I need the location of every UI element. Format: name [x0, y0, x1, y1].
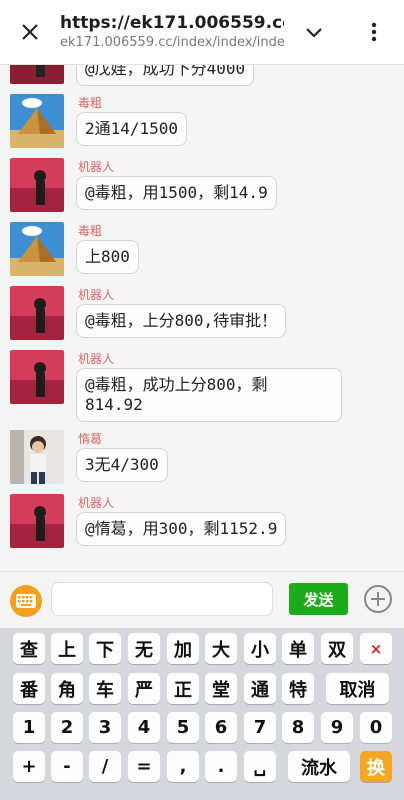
message-bubble: @毒粗，上分800,待审批！ [76, 304, 287, 338]
key[interactable]: , [167, 751, 199, 782]
url-display[interactable]: https://ek171.006559.cc/index/index ek17… [60, 12, 284, 52]
sender-name: 毒粗 [78, 224, 103, 238]
key[interactable]: 3 [89, 712, 121, 743]
sender-name: 机器人 [78, 496, 115, 510]
key[interactable]: 车 [89, 673, 121, 704]
chat-area[interactable]: @戊娃，成功下分4000 毒粗 2通14/1500 机器人 @毒粗，用1500，… [0, 0, 404, 571]
key[interactable]: = [128, 751, 160, 782]
cancel-key[interactable]: 取消 [326, 673, 389, 704]
key[interactable]: 查 [13, 633, 45, 664]
sender-name: 机器人 [78, 352, 115, 366]
key[interactable]: 5 [167, 712, 199, 743]
key[interactable]: 堂 [205, 673, 237, 704]
key[interactable]: 下 [89, 633, 121, 664]
key[interactable]: 通 [244, 673, 276, 704]
avatar[interactable] [10, 494, 64, 548]
close-button[interactable] [0, 0, 60, 65]
message-bubble: 2通14/1500 [76, 112, 188, 146]
sender-name: 毒粗 [78, 96, 103, 110]
avatar[interactable] [10, 286, 64, 340]
key[interactable]: 角 [51, 673, 83, 704]
switch-key[interactable]: 换 [360, 751, 392, 782]
key[interactable]: . [205, 751, 237, 782]
more-menu-button[interactable] [344, 0, 404, 65]
key[interactable]: / [89, 751, 121, 782]
key[interactable]: 6 [205, 712, 237, 743]
url-sub: ek171.006559.cc/index/index/index [60, 35, 284, 50]
avatar[interactable] [10, 222, 64, 276]
key[interactable]: 8 [282, 712, 314, 743]
sender-name: 惰葛 [78, 432, 103, 446]
keyboard-icon [16, 594, 36, 608]
sender-name: 机器人 [78, 160, 115, 174]
sender-name: 机器人 [78, 288, 115, 302]
expand-button[interactable] [284, 0, 344, 65]
avatar[interactable] [10, 94, 64, 148]
chevron-down-icon [306, 28, 322, 38]
key[interactable]: 2 [51, 712, 83, 743]
key[interactable]: 9 [321, 712, 353, 743]
message-bubble: @惰葛，用300，剩1152.9 [76, 512, 287, 546]
flow-key[interactable]: 流水 [288, 751, 350, 782]
close-icon [22, 24, 38, 40]
key[interactable]: 双 [321, 633, 353, 664]
message-bubble: @毒粗，用1500，剩14.9 [76, 176, 277, 210]
key[interactable]: 特 [282, 673, 314, 704]
space-key[interactable]: ␣ [244, 751, 276, 782]
url-main: https://ek171.006559.cc/index/index [60, 13, 284, 33]
key[interactable]: 无 [128, 633, 160, 664]
key[interactable]: 上 [51, 633, 83, 664]
message-bubble: @毒粗，成功上分800，剩 814.92 [76, 368, 342, 422]
delete-key[interactable]: × [360, 633, 392, 664]
key[interactable]: 单 [282, 633, 314, 664]
key[interactable]: 4 [128, 712, 160, 743]
key[interactable]: 1 [13, 712, 45, 743]
more-vertical-icon [371, 22, 377, 42]
message-input[interactable] [51, 582, 273, 616]
key[interactable]: 0 [360, 712, 392, 743]
avatar[interactable] [10, 350, 64, 404]
key[interactable]: 小 [244, 633, 276, 664]
key[interactable]: 严 [128, 673, 160, 704]
key[interactable]: + [13, 751, 45, 782]
message-input-bar: 发送 [0, 571, 404, 628]
key[interactable]: 大 [205, 633, 237, 664]
avatar[interactable] [10, 158, 64, 212]
message-bubble: 上800 [76, 240, 139, 274]
key[interactable]: 正 [167, 673, 199, 704]
avatar[interactable] [10, 430, 64, 484]
keyboard-toggle-button[interactable] [10, 585, 42, 617]
send-button[interactable]: 发送 [289, 583, 348, 615]
key[interactable]: 番 [13, 673, 45, 704]
key[interactable]: 7 [244, 712, 276, 743]
quick-keyboard: 查 上 下 无 加 大 小 单 双 × 番 角 车 严 正 堂 通 特 取消 1… [0, 628, 404, 800]
message-bubble: 3无4/300 [76, 448, 168, 482]
add-button[interactable] [364, 585, 392, 613]
plus-icon [371, 592, 385, 606]
key[interactable]: - [51, 751, 83, 782]
key[interactable]: 加 [167, 633, 199, 664]
browser-url-bar: https://ek171.006559.cc/index/index ek17… [0, 0, 404, 65]
